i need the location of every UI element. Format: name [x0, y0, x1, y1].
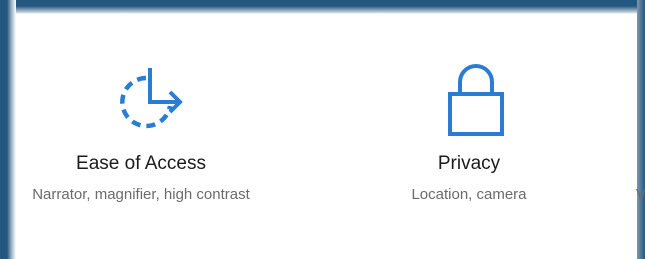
settings-window: Ease of Access Narrator, magnifier, high…: [0, 0, 645, 259]
window-frame-left: [0, 0, 16, 259]
settings-category-grid: Ease of Access Narrator, magnifier, high…: [16, 14, 645, 259]
privacy-tile[interactable]: Privacy Location, camera: [344, 14, 584, 259]
ease-of-access-title: Ease of Access: [76, 153, 206, 174]
window-frame-top: [0, 0, 645, 14]
next-category-tile[interactable]: V: [616, 14, 645, 259]
ease-of-access-tile[interactable]: Ease of Access Narrator, magnifier, high…: [16, 14, 256, 259]
ease-of-access-description: Narrator, magnifier, high contrast: [32, 186, 250, 203]
lock-icon: [448, 64, 504, 136]
ease-of-access-icon: [120, 68, 183, 129]
privacy-title: Privacy: [437, 153, 501, 174]
next-category-description: V: [636, 186, 645, 203]
privacy-description: Location, camera: [411, 186, 527, 203]
